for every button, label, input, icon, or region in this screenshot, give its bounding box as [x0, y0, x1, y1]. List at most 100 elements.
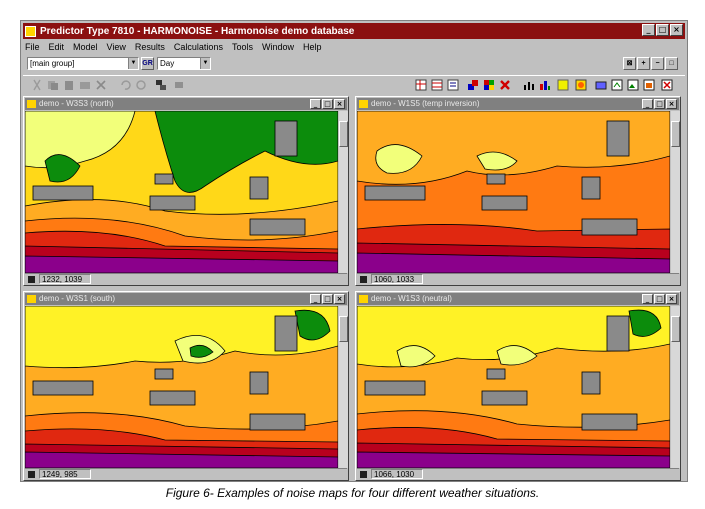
building [274, 315, 298, 352]
map-window-title[interactable]: demo - W3S3 (north) _ □ × [25, 98, 347, 110]
menu-help[interactable]: Help [303, 42, 322, 52]
map-window-neutral[interactable]: demo - W1S3 (neutral) _ □ × 1066, 1030 [355, 291, 681, 481]
maximize-button[interactable]: □ [322, 99, 333, 109]
map-window-title[interactable]: demo - W1S5 (temp inversion) _ □ × [357, 98, 679, 110]
map-window-temp-inversion[interactable]: demo - W1S5 (temp inversion) _ □ × 1060, 1… [355, 96, 681, 286]
map-icon[interactable] [557, 79, 569, 91]
building [149, 195, 196, 211]
building [249, 413, 306, 431]
minimize-button[interactable]: _ [310, 99, 321, 109]
zoom-in-icon[interactable]: + [637, 57, 650, 70]
noise-map-neutral[interactable] [357, 306, 670, 468]
map-window-north[interactable]: demo - W3S3 (north) _ □ × 1232, 1039 [23, 96, 349, 286]
close-button[interactable]: × [666, 99, 677, 109]
menu-calculations[interactable]: Calculations [174, 42, 223, 52]
close-button[interactable]: × [670, 24, 683, 36]
building [486, 173, 506, 185]
building [364, 185, 426, 201]
redo-icon[interactable] [135, 79, 147, 91]
vertical-scrollbar[interactable] [671, 111, 680, 273]
group-icon[interactable] [155, 79, 167, 91]
chevron-down-icon[interactable]: ▼ [200, 58, 210, 69]
window-icon [27, 100, 36, 108]
close-button[interactable]: × [334, 294, 345, 304]
delete-icon[interactable] [95, 79, 107, 91]
map-window-title[interactable]: demo - W3S1 (south) _ □ × [25, 293, 347, 305]
chevron-down-icon[interactable]: ▼ [128, 58, 138, 69]
map-window-title-text: demo - W3S3 (north) [39, 99, 114, 108]
minimize-button[interactable]: _ [642, 294, 653, 304]
status-bar: 1249, 985 [25, 468, 347, 479]
move-icon[interactable] [173, 79, 185, 91]
close-button[interactable]: × [666, 294, 677, 304]
grid-icon[interactable] [431, 79, 443, 91]
zoom-out-icon[interactable]: − [651, 57, 664, 70]
map-window-title-text: demo - W1S3 (neutral) [371, 294, 452, 303]
group-select[interactable]: [main group] ▼ [27, 57, 139, 70]
lock-icon[interactable] [28, 471, 35, 478]
group-button[interactable]: GR [141, 57, 154, 70]
picture-icon[interactable] [643, 79, 655, 91]
color-palette-icon[interactable] [483, 79, 495, 91]
layers-icon[interactable] [467, 79, 479, 91]
paste-icon[interactable] [63, 79, 75, 91]
lock-icon[interactable] [360, 276, 367, 283]
maximize-button[interactable]: □ [654, 99, 665, 109]
scroll-thumb[interactable] [339, 316, 348, 342]
figure-caption: Figure 6- Examples of noise maps for fou… [165, 486, 540, 500]
scroll-thumb[interactable] [339, 121, 348, 147]
scroll-thumb[interactable] [671, 121, 680, 147]
print-icon[interactable] [595, 79, 607, 91]
menu-edit[interactable]: Edit [49, 42, 65, 52]
lock-icon[interactable] [360, 471, 367, 478]
copy-icon[interactable] [47, 79, 59, 91]
maximize-button[interactable]: □ [322, 294, 333, 304]
building [249, 218, 306, 236]
menu-tools[interactable]: Tools [232, 42, 253, 52]
menu-bar: File Edit Model View Results Calculation… [23, 40, 685, 54]
bar-chart-icon[interactable] [539, 79, 551, 91]
building [154, 173, 174, 185]
minimize-button[interactable]: _ [642, 24, 655, 36]
noise-map-north[interactable] [25, 111, 338, 273]
close-button[interactable]: × [334, 99, 345, 109]
zoom-window-icon[interactable]: □ [665, 57, 678, 70]
scroll-thumb[interactable] [671, 316, 680, 342]
noise-map-temp-inversion[interactable] [357, 111, 670, 273]
image-icon[interactable] [627, 79, 639, 91]
menu-window[interactable]: Window [262, 42, 294, 52]
maximize-button[interactable]: □ [656, 24, 669, 36]
predictor-app-window: Predictor Type 7810 - HARMONOISE - Harmo… [20, 20, 688, 482]
minimize-button[interactable]: _ [310, 294, 321, 304]
list-icon[interactable] [447, 79, 459, 91]
close-map-icon[interactable] [661, 79, 673, 91]
cut-icon[interactable] [31, 79, 43, 91]
vertical-scrollbar[interactable] [671, 306, 680, 468]
noise-map-south[interactable] [25, 306, 338, 468]
menu-file[interactable]: File [25, 42, 40, 52]
menu-results[interactable]: Results [135, 42, 165, 52]
minimize-button[interactable]: _ [642, 99, 653, 109]
app-icon[interactable] [25, 25, 36, 37]
remove-icon[interactable] [499, 79, 511, 91]
duplicate-icon[interactable] [79, 79, 91, 91]
title-bar[interactable]: Predictor Type 7810 - HARMONOISE - Harmo… [23, 23, 685, 39]
lock-icon[interactable] [28, 276, 35, 283]
map-window-title[interactable]: demo - W1S3 (neutral) _ □ × [357, 293, 679, 305]
menu-model[interactable]: Model [73, 42, 98, 52]
chart-icon[interactable] [523, 79, 535, 91]
map-window-south[interactable]: demo - W3S1 (south) _ □ × 1249, 985 [23, 291, 349, 481]
status-bar: 1232, 1039 [25, 273, 347, 284]
menu-view[interactable]: View [107, 42, 126, 52]
window-icon [359, 100, 368, 108]
vertical-scrollbar[interactable] [339, 111, 348, 273]
vertical-scrollbar[interactable] [339, 306, 348, 468]
undo-icon[interactable] [119, 79, 131, 91]
period-select[interactable]: Day ▼ [157, 57, 211, 70]
zoom-fit-icon[interactable]: ⊠ [623, 57, 636, 70]
building [581, 413, 638, 431]
maximize-button[interactable]: □ [654, 294, 665, 304]
export-icon[interactable] [611, 79, 623, 91]
table-icon[interactable] [415, 79, 427, 91]
contour-icon[interactable] [575, 79, 587, 91]
